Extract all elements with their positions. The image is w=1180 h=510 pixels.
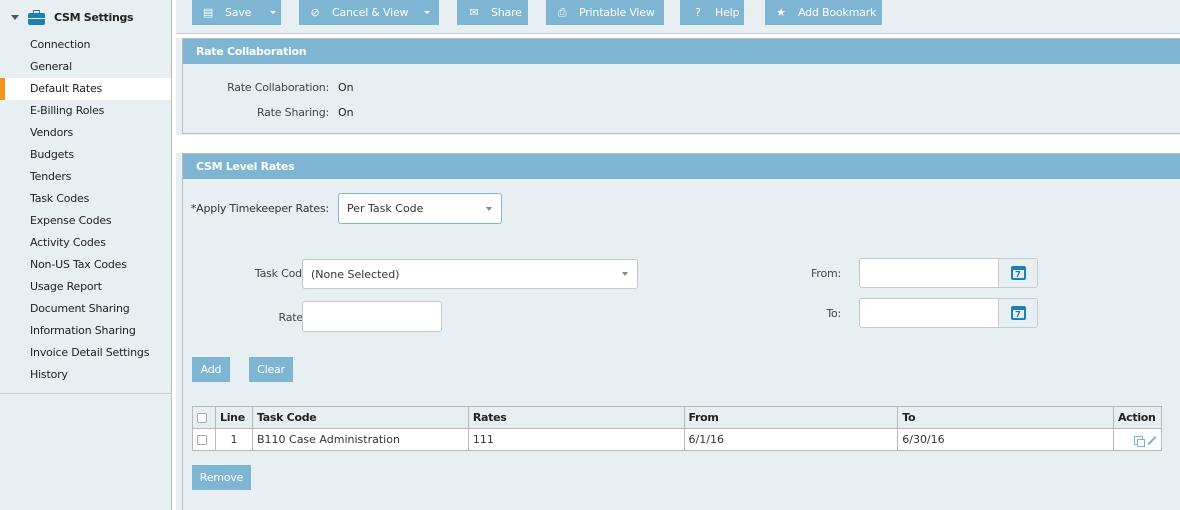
sidebar-item-usage-report[interactable]: Usage Report	[0, 276, 171, 298]
printable-view-button[interactable]: ⎙ Printable View	[546, 0, 664, 25]
rate-sharing-label: Rate Sharing:	[256, 106, 329, 119]
save-dropdown-caret-icon[interactable]	[270, 11, 277, 14]
printable-view-label: Printable View	[579, 6, 655, 19]
sidebar-item-e-billing-roles[interactable]: E-Billing Roles	[0, 100, 171, 122]
edit-pencil-icon[interactable]	[1147, 435, 1157, 445]
apply-timekeeper-rates-value: Per Task Code	[347, 202, 424, 215]
help-label: Help	[715, 6, 740, 19]
rates-label: Rates:	[278, 311, 313, 324]
clear-button[interactable]: Clear	[249, 357, 293, 382]
task-code-label: Task Code:	[254, 267, 312, 280]
row-checkbox[interactable]	[197, 435, 207, 445]
cell-line: 1	[214, 428, 253, 451]
rate-collaboration-title: Rate Collaboration	[183, 39, 1180, 64]
sidebar-item-default-rates[interactable]: Default Rates	[0, 78, 171, 100]
star-icon: ★	[776, 6, 786, 19]
to-date-input[interactable]	[860, 299, 998, 327]
from-calendar-button[interactable]: 7	[998, 259, 1037, 287]
column-header-to[interactable]: To	[897, 406, 1114, 429]
sidebar-item-activity-codes[interactable]: Activity Codes	[0, 232, 171, 254]
sidebar-item-general[interactable]: General	[0, 56, 171, 78]
from-label: From:	[811, 267, 841, 280]
column-header-line[interactable]: Line	[214, 406, 253, 429]
sidebar-item-budgets[interactable]: Budgets	[0, 144, 171, 166]
from-date-field: 7	[859, 258, 1038, 288]
rate-collaboration-panel: Rate Collaboration	[182, 38, 1180, 134]
printer-icon: ⎙	[557, 5, 567, 19]
share-label: Share	[491, 6, 522, 19]
add-bookmark-label: Add Bookmark	[798, 6, 877, 19]
column-header-task-code[interactable]: Task Code	[251, 406, 469, 429]
briefcase-icon	[28, 9, 45, 25]
tree-title: CSM Settings	[54, 10, 134, 24]
sidebar-item-non-us-tax-codes[interactable]: Non-US Tax Codes	[0, 254, 171, 276]
sidebar-item-task-codes[interactable]: Task Codes	[0, 188, 171, 210]
to-label: To:	[826, 307, 841, 320]
collapse-triangle-icon[interactable]	[11, 14, 19, 20]
dropdown-caret-icon	[622, 272, 628, 276]
task-code-select[interactable]: (None Selected)	[302, 259, 638, 289]
cancel-view-button[interactable]: ⊘ Cancel & View	[299, 0, 439, 25]
save-icon: ▤	[202, 6, 214, 19]
save-button[interactable]: ▤ Save	[192, 0, 281, 25]
table-header-row: Line Task Code Rates From To Action	[192, 406, 1163, 429]
cell-task-code: B110 Case Administration	[251, 428, 469, 451]
sidebar-item-information-sharing[interactable]: Information Sharing	[0, 320, 171, 342]
csm-level-rates-title: CSM Level Rates	[183, 154, 1180, 179]
panel-gap	[176, 135, 1180, 153]
add-bookmark-button[interactable]: ★ Add Bookmark	[765, 0, 882, 25]
row-select-cell	[192, 428, 216, 451]
remove-button[interactable]: Remove	[192, 465, 251, 490]
sidebar-item-vendors[interactable]: Vendors	[0, 122, 171, 144]
column-header-action: Action	[1112, 406, 1163, 429]
rates-input[interactable]	[302, 301, 442, 332]
sidebar-item-invoice-detail-settings[interactable]: Invoice Detail Settings	[0, 342, 171, 364]
table-row: 1 B110 Case Administration 111 6/1/16 6/…	[192, 428, 1163, 451]
cell-action	[1112, 428, 1163, 451]
task-code-value: (None Selected)	[311, 267, 400, 281]
rate-collaboration-label: Rate Collaboration:	[227, 81, 329, 94]
tree-header-csm-settings[interactable]: CSM Settings	[0, 0, 171, 34]
sidebar-item-document-sharing[interactable]: Document Sharing	[0, 298, 171, 320]
cancel-view-label: Cancel & View	[332, 6, 409, 19]
apply-timekeeper-rates-select[interactable]: Per Task Code	[338, 193, 502, 224]
rates-table: Line Task Code Rates From To Action 1 B1…	[192, 406, 1163, 451]
sidebar-item-history[interactable]: History	[0, 364, 171, 386]
select-all-cell	[192, 406, 216, 429]
rate-collaboration-value: On	[338, 81, 354, 94]
sidebar-item-tenders[interactable]: Tenders	[0, 166, 171, 188]
help-button[interactable]: ? Help	[680, 0, 744, 25]
column-header-from[interactable]: From	[683, 406, 899, 429]
to-date-field: 7	[859, 298, 1038, 328]
share-button[interactable]: ✉ Share	[457, 0, 528, 25]
sidebar: CSM Settings Connection General Default …	[0, 0, 172, 510]
sidebar-nav: Connection General Default Rates E-Billi…	[0, 34, 171, 386]
cancel-icon: ⊘	[310, 6, 320, 19]
cancel-dropdown-caret-icon[interactable]	[424, 11, 431, 14]
apply-timekeeper-rates-label: *Apply Timekeeper Rates:	[190, 202, 329, 215]
toolbar: ▤ Save ⊘ Cancel & View ✉ Share ⎙ Printab…	[176, 0, 1180, 34]
rate-sharing-value: On	[338, 106, 354, 119]
cell-to: 6/30/16	[897, 428, 1114, 451]
cell-rates: 111	[467, 428, 685, 451]
copy-icon[interactable]	[1134, 435, 1145, 447]
column-header-rates[interactable]: Rates	[467, 406, 685, 429]
to-calendar-button[interactable]: 7	[998, 299, 1037, 327]
dropdown-caret-icon	[486, 206, 492, 211]
question-icon: ?	[695, 6, 701, 19]
add-button[interactable]: Add	[192, 357, 230, 382]
calendar-icon: 7	[1010, 266, 1026, 280]
save-label: Save	[225, 6, 252, 19]
from-date-input[interactable]	[860, 259, 998, 287]
envelope-icon: ✉	[469, 6, 479, 19]
sidebar-item-connection[interactable]: Connection	[0, 34, 171, 56]
calendar-icon: 7	[1010, 306, 1026, 320]
sidebar-item-expense-codes[interactable]: Expense Codes	[0, 210, 171, 232]
cell-from: 6/1/16	[683, 428, 899, 451]
sidebar-divider	[0, 393, 171, 394]
select-all-checkbox[interactable]	[197, 413, 207, 423]
